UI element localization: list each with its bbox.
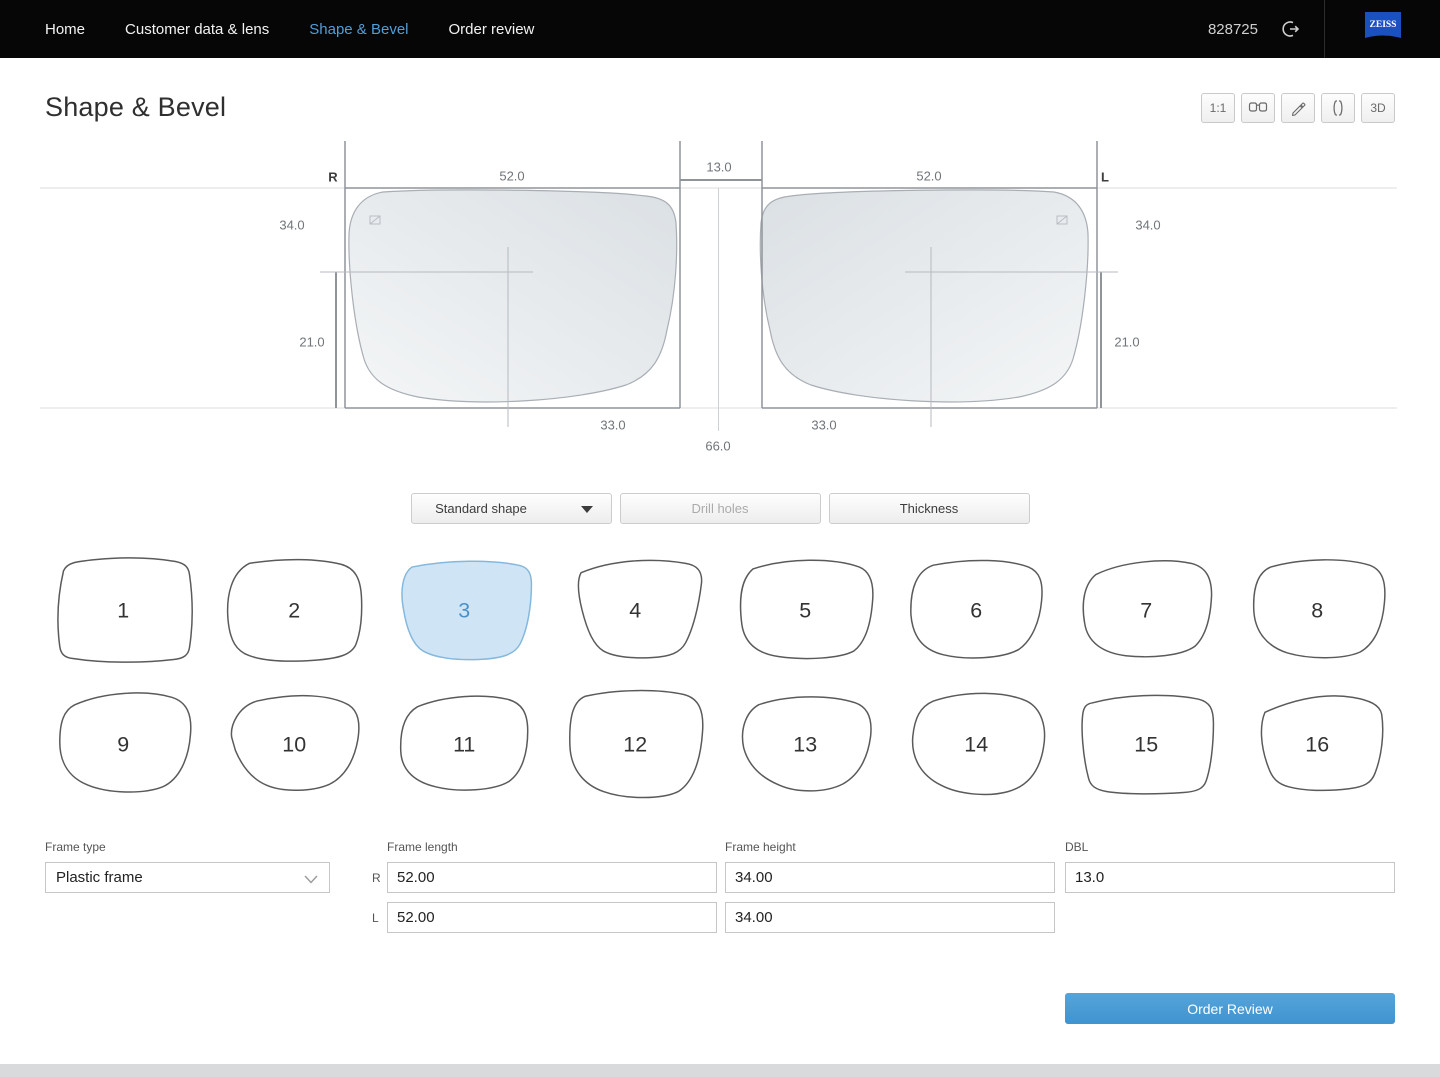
frame-height-label: Frame height (725, 840, 796, 854)
svg-text:2: 2 (288, 598, 300, 622)
frame-view-button[interactable] (1241, 92, 1275, 123)
svg-text:4: 4 (629, 598, 641, 622)
shape-option-11[interactable]: 11 (386, 688, 543, 800)
pencil-icon (1290, 100, 1306, 116)
frame-height-right-input[interactable] (725, 862, 1055, 893)
svg-text:13: 13 (793, 732, 817, 756)
right-box-label: R (328, 169, 338, 185)
half-pd-left-value: 33.0 (811, 417, 837, 433)
shape-option-6[interactable]: 6 (898, 554, 1055, 666)
svg-text:ZEISS: ZEISS (1369, 20, 1396, 30)
shape-option-4[interactable]: 4 (557, 554, 714, 666)
frame-type-select[interactable]: Plastic frame (45, 862, 330, 893)
thickness-button[interactable]: Thickness (828, 493, 1030, 524)
svg-text:9: 9 (117, 732, 129, 756)
shape-option-5[interactable]: 5 (727, 554, 884, 666)
svg-text:15: 15 (1134, 732, 1158, 756)
scale-1-1-button[interactable]: 1:1 (1201, 92, 1235, 123)
zeiss-logo: ZEISS (1364, 11, 1402, 48)
left-tag: L (372, 910, 379, 925)
lower-left-value: 21.0 (1114, 334, 1140, 350)
lens-diagram-canvas (40, 141, 1397, 431)
half-pd-right-value: 33.0 (600, 417, 626, 433)
frame-height-left-input[interactable] (725, 902, 1055, 933)
right-lens-shape (348, 189, 678, 403)
frame-length-left-input[interactable] (387, 902, 717, 933)
shape-option-1[interactable]: 1 (45, 554, 202, 666)
top-nav: Home Customer data & lens Shape & Bevel … (0, 0, 1440, 58)
logout-icon[interactable] (1280, 18, 1302, 40)
frame-form: Frame type Plastic frame Frame length R … (0, 840, 1440, 933)
drill-holes-button[interactable]: Drill holes (619, 493, 821, 524)
svg-text:7: 7 (1140, 598, 1152, 622)
left-lens-shape (759, 189, 1089, 403)
bridge-value: 13.0 (706, 159, 732, 175)
standard-shape-dropdown[interactable]: Standard shape (410, 493, 612, 524)
shape-option-2[interactable]: 2 (216, 554, 373, 666)
glasses-icon (1248, 101, 1268, 115)
frame-type-value: Plastic frame (56, 869, 143, 886)
lens-diagram: R L 52.0 52.0 13.0 34.0 34.0 21.0 21.0 3… (0, 129, 1440, 459)
standard-shape-label: Standard shape (435, 501, 527, 516)
width-right-value: 52.0 (499, 168, 525, 184)
svg-text:1: 1 (117, 598, 129, 622)
bottom-strip (0, 1064, 1440, 1077)
shape-option-14[interactable]: 14 (898, 688, 1055, 800)
page-title: Shape & Bevel (45, 92, 227, 122)
svg-text:12: 12 (623, 732, 647, 756)
svg-text:6: 6 (970, 598, 982, 622)
nav-item-customer-data[interactable]: Customer data & lens (125, 21, 269, 38)
edit-shape-button[interactable] (1281, 92, 1315, 123)
order-review-button[interactable]: Order Review (1065, 993, 1395, 1024)
svg-text:16: 16 (1305, 732, 1329, 756)
frame-type-label: Frame type (45, 840, 106, 854)
total-pd-value: 66.0 (705, 438, 731, 454)
height-left-value: 34.0 (1135, 217, 1161, 233)
nav-item-home[interactable]: Home (45, 21, 85, 38)
left-box-label: L (1101, 169, 1109, 185)
view-toolbar: 1:1 3D (1201, 92, 1395, 123)
shape-option-7[interactable]: 7 (1068, 554, 1225, 666)
order-number: 828725 (1207, 20, 1258, 38)
svg-text:3: 3 (458, 598, 470, 622)
chevron-down-icon (303, 872, 319, 889)
nav-item-order-review[interactable]: Order review (449, 21, 535, 38)
shape-option-12[interactable]: 12 (557, 688, 714, 800)
shape-gallery: 1 2 3 4 5 6 7 8 9 10 11 12 13 14 15 16 (0, 554, 1440, 800)
shape-option-9[interactable]: 9 (45, 688, 202, 800)
svg-text:8: 8 (1311, 598, 1323, 622)
shape-option-16[interactable]: 16 (1239, 688, 1396, 800)
right-tag: R (372, 870, 381, 885)
width-left-value: 52.0 (916, 168, 942, 184)
nav-item-shape-bevel[interactable]: Shape & Bevel (309, 21, 408, 38)
shape-actions: Standard shape Drill holes Thickness (0, 493, 1440, 524)
svg-text:5: 5 (799, 598, 811, 622)
bevel-icon (1330, 99, 1346, 117)
svg-text:10: 10 (282, 732, 306, 756)
chevron-down-icon (580, 506, 593, 513)
height-right-value: 34.0 (279, 217, 305, 233)
shape-option-8[interactable]: 8 (1239, 554, 1396, 666)
frame-length-label: Frame length (387, 840, 458, 854)
shape-option-13[interactable]: 13 (727, 688, 884, 800)
dbl-label: DBL (1065, 840, 1089, 854)
lower-right-value: 21.0 (299, 334, 325, 350)
shape-option-15[interactable]: 15 (1068, 688, 1225, 800)
frame-length-right-input[interactable] (387, 862, 717, 893)
dbl-input[interactable] (1065, 862, 1395, 893)
svg-text:14: 14 (964, 732, 988, 756)
shape-option-3[interactable]: 3 (386, 554, 543, 666)
shape-option-10[interactable]: 10 (216, 688, 373, 800)
svg-text:11: 11 (453, 732, 475, 756)
bevel-view-button[interactable] (1321, 92, 1355, 123)
three-d-button[interactable]: 3D (1361, 92, 1395, 123)
